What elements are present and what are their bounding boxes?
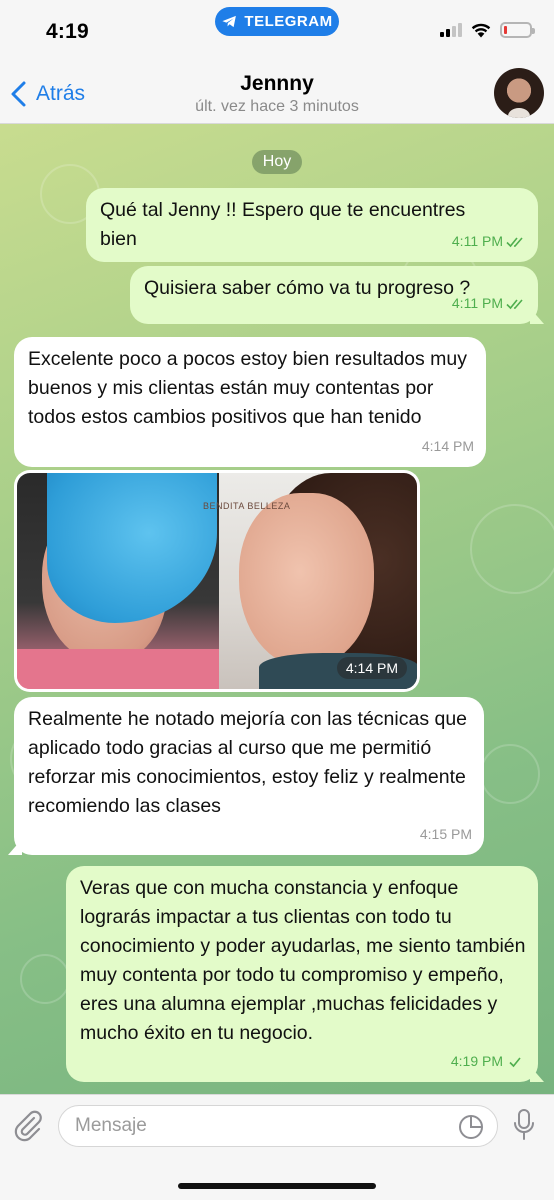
message-meta: 4:15 PM — [420, 820, 472, 849]
status-time: 4:19 — [46, 20, 89, 43]
message-meta: 4:14 PM — [422, 432, 474, 461]
microphone-icon[interactable] — [512, 1108, 536, 1142]
telegram-icon — [222, 15, 237, 28]
message-time: 4:19 PM — [450, 1053, 503, 1069]
message-meta: 4:19 PM — [451, 1047, 526, 1076]
message-bubble-incoming[interactable]: Excelente poco a pocos estoy bien result… — [14, 337, 486, 467]
message-bubble-incoming[interactable]: Realmente he notado mejoría con las técn… — [14, 697, 484, 855]
home-indicator — [178, 1183, 376, 1189]
message-meta: 4:11 PM — [452, 289, 526, 318]
telegram-pill[interactable]: TELEGRAM — [215, 7, 339, 36]
chat-header: Atrás Jennny últ. vez hace 3 minutos — [0, 62, 554, 124]
message-bubble-outgoing[interactable]: Qué tal Jenny !! Espero que te encuentre… — [86, 188, 538, 262]
message-time: 4:11 PM — [451, 233, 503, 249]
message-time: 4:14 PM — [336, 657, 407, 679]
check-icon — [506, 1056, 526, 1068]
status-bar: 4:19 TELEGRAM — [0, 0, 554, 62]
message-text: Veras que con mucha constancia y enfoque… — [80, 877, 526, 1044]
telegram-pill-label: TELEGRAM — [244, 13, 333, 30]
contact-name[interactable]: Jennny — [0, 72, 554, 96]
date-separator: Hoy — [252, 150, 302, 174]
photo-watermark-logo: BENDITA BELLEZA — [203, 501, 291, 511]
message-input[interactable] — [58, 1105, 498, 1147]
message-text: Excelente poco a pocos estoy bien result… — [28, 348, 468, 428]
photo-message[interactable]: BENDITA BELLEZA 4:14 PM — [14, 470, 420, 692]
double-check-icon — [506, 298, 526, 310]
message-time: 4:15 PM — [419, 826, 472, 842]
double-check-icon — [506, 236, 526, 248]
message-text: Realmente he notado mejoría con las técn… — [28, 708, 468, 817]
message-time: 4:14 PM — [421, 438, 474, 454]
signal-icon — [440, 23, 462, 37]
message-bubble-outgoing[interactable]: Quisiera saber cómo va tu progreso ? 4:1… — [130, 266, 538, 324]
message-text: Qué tal Jenny !! Espero que te encuentre… — [100, 199, 466, 250]
before-after-photo[interactable]: BENDITA BELLEZA 4:14 PM — [17, 473, 417, 689]
message-meta: 4:11 PM — [452, 227, 526, 256]
paperclip-icon[interactable] — [12, 1109, 44, 1143]
sticker-icon[interactable] — [458, 1114, 484, 1140]
battery-icon — [500, 22, 535, 38]
wifi-icon — [471, 23, 491, 38]
composer-bar — [0, 1094, 554, 1200]
photo-before — [17, 473, 219, 689]
avatar[interactable] — [494, 68, 544, 118]
contact-last-seen: últ. vez hace 3 minutos — [195, 98, 359, 115]
message-bubble-outgoing[interactable]: Veras que con mucha constancia y enfoque… — [66, 866, 538, 1082]
status-icons — [440, 22, 535, 38]
message-time: 4:11 PM — [451, 295, 503, 311]
